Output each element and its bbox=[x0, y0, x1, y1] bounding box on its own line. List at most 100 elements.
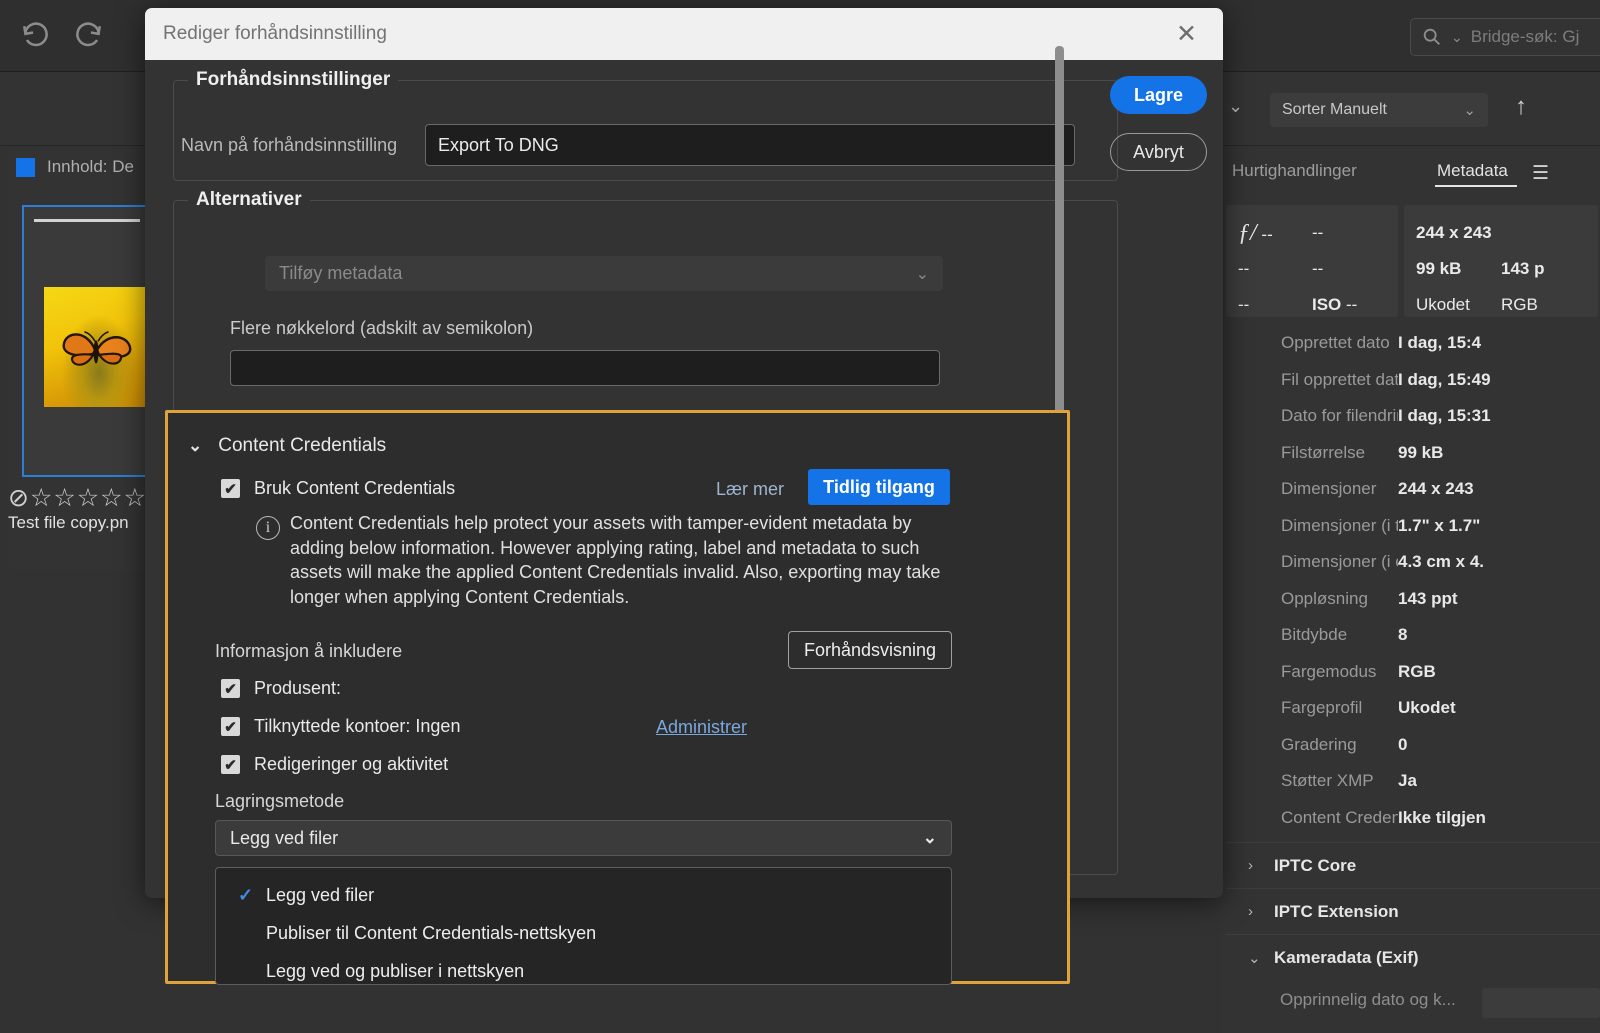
content-color-swatch bbox=[16, 157, 35, 177]
edits-and-activity-checkbox[interactable]: ✔ bbox=[221, 755, 240, 774]
use-content-credentials-label: Bruk Content Credentials bbox=[254, 478, 456, 498]
sort-order-value: Sorter Manuelt bbox=[1282, 101, 1387, 118]
metadata-value: 0 bbox=[1398, 734, 1408, 754]
metadata-key: Dato for filendring bbox=[1281, 406, 1398, 426]
menu-item-attach-to-files[interactable]: ✓ Legg ved filer bbox=[216, 876, 951, 914]
tab-quick-actions[interactable]: Hurtighandlinger bbox=[1232, 161, 1357, 181]
edits-and-activity-label: Redigeringer og aktivitet bbox=[254, 754, 449, 774]
redo-icon[interactable] bbox=[72, 20, 104, 52]
preview-button[interactable]: Forhåndsvisning bbox=[788, 631, 952, 669]
colorprofile-summary: Ukodet bbox=[1416, 295, 1470, 314]
metadata-value: Ja bbox=[1398, 771, 1417, 791]
metadata-key: Oppløsning bbox=[1281, 588, 1368, 608]
metadata-key: Dimensjoner bbox=[1281, 479, 1377, 499]
exif-original-date-field[interactable] bbox=[1482, 988, 1600, 1018]
producer-checkbox[interactable]: ✔ bbox=[221, 679, 240, 698]
table-row: Gradering 0 bbox=[1226, 727, 1600, 764]
sort-direction-button[interactable]: ↑ bbox=[1515, 93, 1527, 121]
preset-name-input[interactable] bbox=[425, 124, 1075, 166]
table-row: Dimensjoner (i cm)4.3 cm x 4. bbox=[1226, 544, 1600, 581]
metadata-key: Dimensjoner (i tomm... bbox=[1281, 515, 1398, 535]
metadata-value: 143 ppt bbox=[1398, 588, 1458, 608]
metadata-value: 1.7" x 1.7" bbox=[1398, 515, 1481, 535]
section-camera-exif[interactable]: ⌄ Kameradata (Exif) bbox=[1226, 934, 1600, 980]
close-icon[interactable]: ✕ bbox=[1168, 18, 1205, 51]
bridge-search-box[interactable]: ⌄ Bridge-søk: Gj bbox=[1410, 18, 1600, 56]
menu-item-publish-to-cloud[interactable]: Publiser til Content Credentials-nettsky… bbox=[216, 914, 951, 952]
exif-original-date-key: Opprinnelig dato og k... bbox=[1280, 990, 1456, 1009]
camera-summary-card: ƒ/ ------ ---- --ISO -- bbox=[1226, 205, 1398, 317]
sort-order-select[interactable]: Sorter Manuelt ⌄ bbox=[1270, 93, 1488, 127]
table-row: Filstørrelse 99 kB bbox=[1226, 435, 1600, 472]
table-row: Fil opprettet dato I dag, 15:49 bbox=[1226, 362, 1600, 399]
section-iptc-extension[interactable]: › IPTC Extension bbox=[1226, 888, 1600, 934]
chevron-down-icon: ⌄ bbox=[915, 265, 929, 283]
section-label: Kameradata (Exif) bbox=[1274, 947, 1419, 967]
information-to-include-label: Informasjon å inkludere bbox=[215, 641, 403, 661]
metadata-value: 99 kB bbox=[1398, 442, 1444, 462]
colormode-summary: RGB bbox=[1501, 295, 1538, 314]
tab-metadata-underline bbox=[1435, 185, 1517, 187]
content-credentials-section: ⌄ Content Credentials ✔ Bruk Content Cre… bbox=[165, 410, 1070, 985]
cancel-button[interactable]: Avbryt bbox=[1110, 133, 1207, 171]
table-row: Oppløsning 143 ppt bbox=[1226, 581, 1600, 618]
use-content-credentials-row[interactable]: ✔ Bruk Content Credentials bbox=[221, 478, 455, 499]
preset-name-label: Navn på forhåndsinnstilling bbox=[181, 135, 398, 155]
storage-method-select[interactable]: Legg ved filer ⌄ bbox=[215, 820, 952, 856]
manage-accounts-link[interactable]: Administrer bbox=[656, 717, 747, 738]
bridge-app-window: ⌄ Bridge-søk: Gj ⌄ Sorter Manuelt ⌄ ↑ In… bbox=[0, 0, 1600, 1033]
metadata-value: 8 bbox=[1398, 625, 1408, 645]
chevron-right-icon: › bbox=[1248, 903, 1253, 920]
table-row: Dato for filendringI dag, 15:31 bbox=[1226, 398, 1600, 435]
metadata-rows: Opprettet dato I dag, 15:4 Fil opprettet … bbox=[1226, 325, 1600, 836]
storage-method-label: Lagringsmetode bbox=[215, 791, 345, 811]
chevron-down-icon: ⌄ bbox=[1463, 102, 1476, 119]
info-icon: i bbox=[256, 516, 280, 540]
metadata-value: I dag, 15:49 bbox=[1398, 369, 1491, 389]
metadata-value: RGB bbox=[1398, 661, 1436, 681]
butterfly-graphic bbox=[62, 331, 132, 366]
metadata-value: I dag, 15:31 bbox=[1398, 406, 1491, 426]
storage-method-dropdown-menu: ✓ Legg ved filer Publiser til Content Cr… bbox=[215, 867, 952, 985]
chevron-down-icon: ⌄ bbox=[922, 828, 937, 847]
learn-more-link[interactable]: Lær mer bbox=[716, 479, 784, 500]
undo-icon[interactable] bbox=[20, 20, 52, 52]
options-group-legend: Alternativer bbox=[188, 189, 310, 211]
menu-item-label: Legg ved og publiser i nettskyen bbox=[266, 960, 525, 981]
metadata-key: Fargemodus bbox=[1281, 661, 1377, 681]
add-metadata-placeholder: Tilføy metadata bbox=[279, 263, 403, 283]
producer-label: Produsent: bbox=[254, 678, 342, 698]
keywords-input[interactable] bbox=[230, 350, 940, 386]
use-content-credentials-checkbox[interactable]: ✔ bbox=[221, 479, 240, 498]
connected-accounts-label: Tilknyttede kontoer: Ingen bbox=[254, 716, 461, 736]
metadata-key: Bitdybde bbox=[1281, 625, 1348, 645]
section-iptc-core[interactable]: › IPTC Core bbox=[1226, 842, 1600, 888]
content-panel-tab[interactable]: Innhold: De bbox=[16, 157, 134, 177]
metadata-value: I dag, 15:4 bbox=[1398, 333, 1482, 353]
metadata-key: Filstørrelse bbox=[1281, 442, 1366, 462]
thumbnail-image bbox=[44, 287, 150, 407]
thumbnail-cell[interactable] bbox=[22, 205, 150, 477]
hamburger-icon[interactable]: ☰ bbox=[1532, 162, 1549, 185]
content-panel-tab-label: Innhold: De bbox=[47, 157, 134, 176]
producer-row[interactable]: ✔ Produsent: bbox=[221, 678, 341, 699]
filesize-summary: 99 kB bbox=[1416, 259, 1462, 278]
connected-accounts-checkbox[interactable]: ✔ bbox=[221, 717, 240, 736]
dimensions-summary: 244 x 243 bbox=[1416, 223, 1492, 242]
save-button[interactable]: Lagre bbox=[1110, 76, 1207, 114]
metadata-key: Content Credentials bbox=[1281, 807, 1398, 827]
section-label: IPTC Extension bbox=[1274, 901, 1399, 921]
metadata-value: Ikke tilgjen bbox=[1398, 807, 1486, 827]
content-credentials-info-text: Content Credentials help protect your as… bbox=[290, 513, 941, 607]
add-metadata-select[interactable]: Tilføy metadata ⌄ bbox=[265, 256, 943, 291]
connected-accounts-row[interactable]: ✔ Tilknyttede kontoer: Ingen bbox=[221, 716, 460, 737]
chevron-down-icon: ⌄ bbox=[188, 436, 203, 455]
table-row: Bitdybde 8 bbox=[1226, 617, 1600, 654]
early-access-button[interactable]: Tidlig tilgang bbox=[808, 469, 950, 505]
menu-item-attach-and-publish[interactable]: Legg ved og publiser i nettskyen bbox=[216, 952, 951, 990]
thumbnail-filename: Test file copy.pn bbox=[8, 513, 129, 532]
edits-and-activity-row[interactable]: ✔ Redigeringer og aktivitet bbox=[221, 754, 448, 775]
view-options-chevron-icon[interactable]: ⌄ bbox=[1228, 96, 1243, 117]
content-credentials-header[interactable]: ⌄ Content Credentials bbox=[188, 435, 386, 457]
tab-metadata[interactable]: Metadata bbox=[1437, 161, 1508, 181]
